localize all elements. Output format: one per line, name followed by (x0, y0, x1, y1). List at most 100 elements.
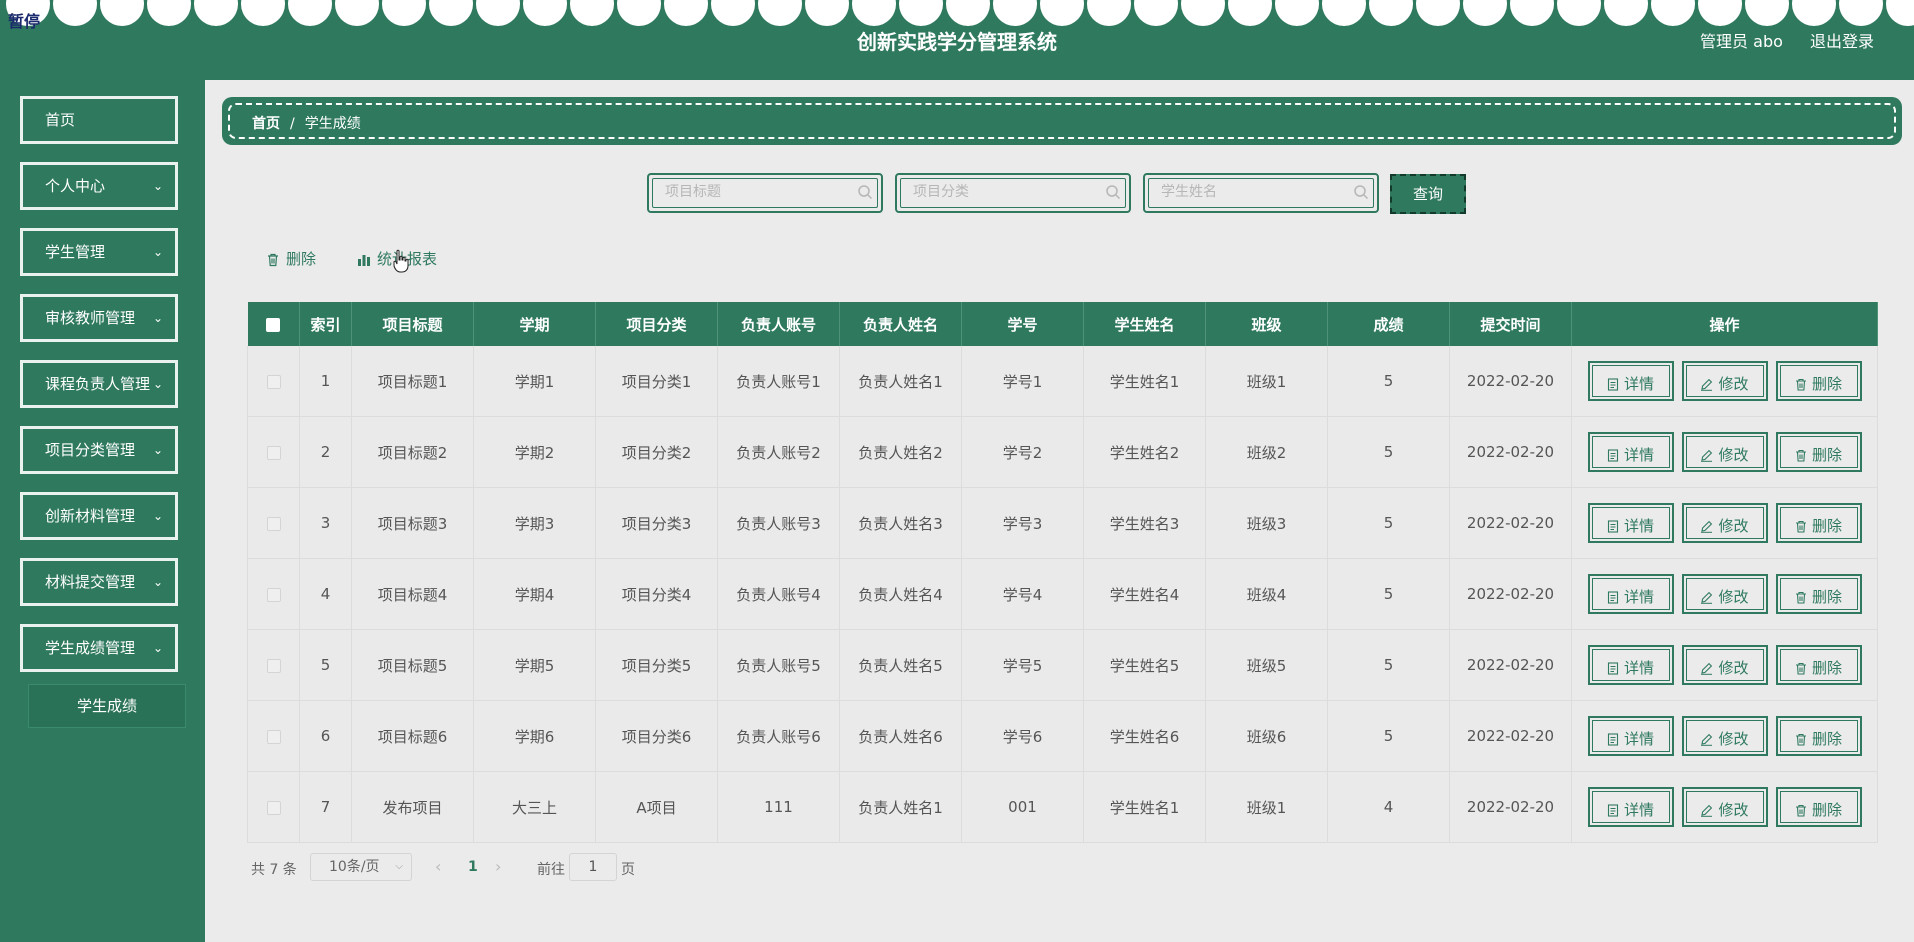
scallop-shape (476, 0, 520, 26)
row-checkbox[interactable] (266, 374, 281, 389)
detail-button[interactable]: 详情 (1587, 787, 1674, 827)
table-cell: 项目标题3 (351, 487, 474, 559)
sidebar-item-home[interactable]: 首页 (20, 96, 178, 144)
row-actions: 详情 修改 删除 (1571, 558, 1878, 630)
scallop-shape (1839, 0, 1883, 26)
detail-button[interactable]: 详情 (1587, 716, 1674, 756)
batch-delete-label: 删除 (286, 250, 317, 268)
delete-button[interactable]: 删除 (1775, 787, 1862, 827)
table-cell: A项目 (595, 771, 718, 843)
row-select-cell[interactable] (247, 629, 300, 701)
sidebar-item-grade-management[interactable]: 学生成绩管理 ⌄ (20, 624, 178, 672)
detail-label: 详情 (1623, 517, 1654, 535)
detail-button[interactable]: 详情 (1587, 432, 1674, 472)
row-checkbox[interactable] (266, 800, 281, 815)
table-row: 2 项目标题2 学期2 项目分类2 负责人账号2 负责人姓名2 学号2 学生姓名2 班级2 5 20… (247, 416, 1878, 488)
sidebar-item-material-management[interactable]: 创新材料管理 ⌄ (20, 492, 178, 540)
scallop-shape (241, 0, 285, 26)
select-all-header[interactable] (247, 302, 300, 346)
edit-icon (1701, 591, 1713, 604)
sidebar-item-submission-management[interactable]: 材料提交管理 ⌄ (20, 558, 178, 606)
sidebar-item-personal-center[interactable]: 个人中心 ⌄ (20, 162, 178, 210)
table-row: 3 项目标题3 学期3 项目分类3 负责人账号3 负责人姓名3 学号3 学生姓名3 班级3 5 20… (247, 487, 1878, 559)
table-cell: 项目标题6 (351, 700, 474, 772)
edit-button[interactable]: 修改 (1681, 503, 1768, 543)
edit-button[interactable]: 修改 (1681, 432, 1768, 472)
current-page[interactable]: 1 (468, 859, 478, 875)
scallop-shape (852, 0, 896, 26)
detail-button[interactable]: 详情 (1587, 645, 1674, 685)
select-all-checkbox[interactable] (266, 317, 281, 332)
table-cell: 项目分类2 (595, 416, 718, 488)
chevron-down-icon: ⌄ (152, 179, 163, 193)
logout-link[interactable]: 退出登录 (1810, 32, 1874, 51)
row-checkbox[interactable] (266, 516, 281, 531)
edit-button[interactable]: 修改 (1681, 645, 1768, 685)
edit-label: 修改 (1718, 659, 1749, 677)
batch-delete-button[interactable]: 删除 (266, 248, 316, 269)
scallop-shape (711, 0, 755, 26)
detail-button[interactable]: 详情 (1587, 361, 1674, 401)
scallop-shape (946, 0, 990, 26)
table-cell: 2022-02-20 (1449, 487, 1572, 559)
trash-icon (268, 253, 278, 266)
table-cell: 负责人账号1 (717, 346, 840, 417)
row-select-cell[interactable] (247, 771, 300, 843)
title-search-input[interactable] (663, 183, 847, 201)
table-cell: 大三上 (473, 771, 596, 843)
edit-button[interactable]: 修改 (1681, 574, 1768, 614)
sidebar-item-course-lead-management[interactable]: 课程负责人管理 ⌄ (20, 360, 178, 408)
scallop-shape (1322, 0, 1366, 26)
table-cell: 2022-02-20 (1449, 416, 1572, 488)
table-cell: 学生姓名3 (1083, 487, 1206, 559)
sidebar-subitem-student-grades[interactable]: 学生成绩 (28, 684, 186, 728)
app-title: 创新实践学分管理系统 (857, 30, 1057, 54)
detail-button[interactable]: 详情 (1587, 574, 1674, 614)
trash-icon (1795, 591, 1806, 604)
delete-button[interactable]: 删除 (1775, 503, 1862, 543)
delete-button[interactable]: 删除 (1775, 574, 1862, 614)
delete-button[interactable]: 删除 (1775, 361, 1862, 401)
scallop-shape (194, 0, 238, 26)
table-cell: 学生姓名1 (1083, 771, 1206, 843)
table-cell: 负责人姓名1 (839, 346, 962, 417)
goto-page-input[interactable] (569, 853, 617, 881)
row-select-cell[interactable] (247, 700, 300, 772)
table-cell: 5 (1327, 487, 1450, 559)
row-checkbox[interactable] (266, 445, 281, 460)
edit-button[interactable]: 修改 (1681, 361, 1768, 401)
row-checkbox[interactable] (266, 587, 281, 602)
next-page-button[interactable]: › (495, 857, 501, 876)
row-select-cell[interactable] (247, 558, 300, 630)
delete-button[interactable]: 删除 (1775, 432, 1862, 472)
sidebar-item-reviewer-management[interactable]: 审核教师管理 ⌄ (20, 294, 178, 342)
table-cell: 项目标题1 (351, 346, 474, 417)
row-select-cell[interactable] (247, 346, 300, 417)
row-select-cell[interactable] (247, 487, 300, 559)
row-select-cell[interactable] (247, 416, 300, 488)
column-header: 提交时间 (1449, 302, 1572, 346)
query-button[interactable]: 查询 (1390, 174, 1466, 214)
page-size-value: 10条/页 (329, 859, 380, 875)
page-size-select[interactable]: 10条/页 ⌵ (310, 853, 412, 881)
row-checkbox[interactable] (266, 658, 281, 673)
name-search-input[interactable] (1159, 183, 1343, 201)
chevron-down-icon: ⌵ (395, 861, 403, 872)
breadcrumb-home[interactable]: 首页 (252, 116, 280, 132)
row-checkbox[interactable] (266, 729, 281, 744)
chevron-down-icon: ⌄ (152, 377, 163, 391)
scallop-shape (1040, 0, 1084, 26)
delete-button[interactable]: 删除 (1775, 716, 1862, 756)
edit-button[interactable]: 修改 (1681, 787, 1768, 827)
table-cell: 学期4 (473, 558, 596, 630)
delete-button[interactable]: 删除 (1775, 645, 1862, 685)
table-cell: 班级1 (1205, 771, 1328, 843)
sidebar-item-category-management[interactable]: 项目分类管理 ⌄ (20, 426, 178, 474)
prev-page-button[interactable]: ‹ (435, 857, 441, 876)
search-icon (1106, 185, 1121, 200)
sidebar-item-student-management[interactable]: 学生管理 ⌄ (20, 228, 178, 276)
category-search-input[interactable] (911, 183, 1095, 201)
detail-button[interactable]: 详情 (1587, 503, 1674, 543)
table-cell: 学号3 (961, 487, 1084, 559)
edit-button[interactable]: 修改 (1681, 716, 1768, 756)
